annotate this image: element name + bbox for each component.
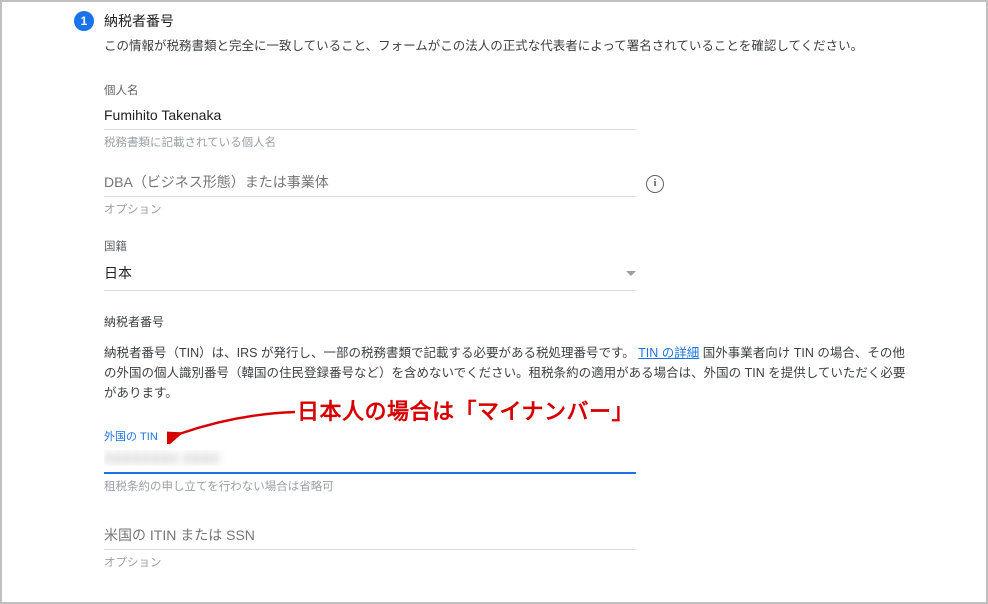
step-title: 納税者番号: [104, 10, 174, 32]
name-input[interactable]: [104, 103, 636, 130]
foreign-tin-input[interactable]: [104, 448, 636, 474]
step-description: この情報が税務書類と完全に一致していること、フォームがこの法人の正式な代表者によ…: [104, 36, 914, 56]
chevron-down-icon: [626, 271, 636, 276]
nationality-select[interactable]: 日本: [104, 258, 636, 291]
us-itin-input[interactable]: [104, 523, 636, 550]
nationality-field-label: 国籍: [104, 238, 914, 256]
name-field-label: 個人名: [104, 82, 914, 100]
dba-input[interactable]: [104, 170, 636, 197]
nationality-value: 日本: [104, 262, 132, 284]
step-number-badge: 1: [74, 11, 94, 31]
name-field-helper: 税務書類に記載されている個人名: [104, 134, 914, 152]
tin-section-title: 納税者番号: [104, 313, 914, 332]
foreign-tin-label: 外国の TIN: [104, 429, 636, 447]
foreign-tin-helper: 租税条約の申し立てを行わない場合は省略可: [104, 478, 636, 496]
dba-field-helper: オプション: [104, 201, 914, 219]
tin-section-description: 納税者番号（TIN）は、IRS が発行し、一部の税務書類で記載する必要がある税処…: [104, 343, 914, 403]
us-itin-helper: オプション: [104, 554, 914, 572]
tin-details-link[interactable]: TIN の詳細: [638, 346, 699, 360]
info-icon[interactable]: i: [646, 175, 664, 193]
